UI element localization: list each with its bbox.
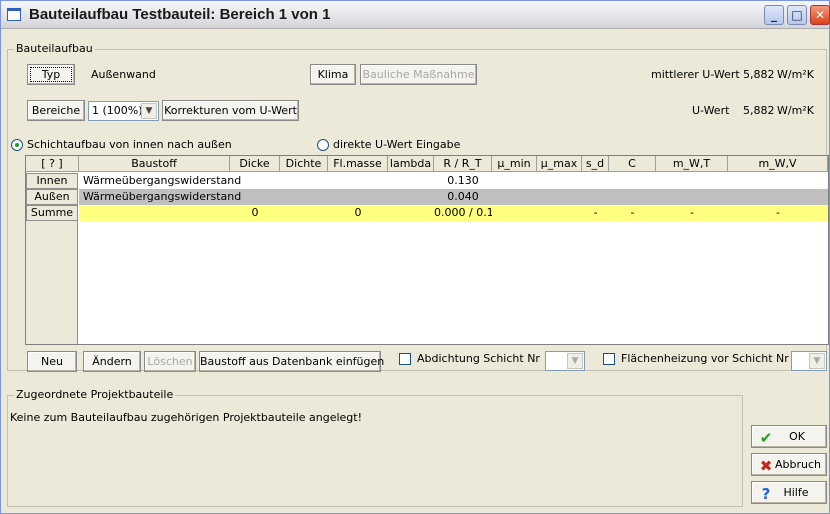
- chevron-down-icon[interactable]: ▼: [567, 353, 583, 369]
- cell-c[interactable]: [609, 173, 656, 189]
- direkte-u-wert-radio[interactable]: [317, 139, 329, 151]
- close-button[interactable]: ✕: [810, 5, 830, 25]
- maximize-button[interactable]: □: [787, 5, 807, 25]
- abdichtung-select[interactable]: ▼: [545, 351, 585, 371]
- cell-r[interactable]: 0.040: [434, 189, 492, 205]
- schichtaufbau-table[interactable]: [ ? ] Baustoff Dicke Dichte Fl.masse lambda R …: [25, 155, 829, 345]
- cell-sd[interactable]: [582, 173, 609, 189]
- u-wert-unit: W/m²K: [777, 104, 814, 117]
- cell-c[interactable]: [609, 189, 656, 205]
- row-header[interactable]: Summe: [26, 205, 78, 221]
- cell-mwv[interactable]: -: [728, 205, 828, 221]
- column-header[interactable]: [ ? ]: [26, 156, 79, 172]
- cell-sd[interactable]: [582, 189, 609, 205]
- ok-button-label: OK: [789, 430, 805, 443]
- aendern-button[interactable]: Ändern: [83, 351, 141, 372]
- mittlerer-u-wert-label: mittlerer U-Wert: [651, 68, 740, 81]
- cell-flmasse[interactable]: [328, 173, 388, 189]
- window-icon: [7, 8, 21, 21]
- hilfe-button[interactable]: ? Hilfe: [751, 481, 827, 504]
- table-row[interactable]: Summe000.000 / 0.170----: [26, 205, 828, 221]
- row-header[interactable]: Innen: [26, 173, 78, 189]
- table-row[interactable]: Innen Wärmeübergangswiderstand 0.130: [26, 173, 828, 189]
- schichtaufbau-radio-label[interactable]: Schichtaufbau von innen nach außen: [27, 138, 232, 152]
- window-title: Bauteilaufbau Testbauteil: Bereich 1 von…: [29, 6, 331, 23]
- direkte-u-wert-radio-label[interactable]: direkte U-Wert Eingabe: [333, 138, 460, 152]
- abbruch-button[interactable]: ✖ Abbruch: [751, 453, 827, 476]
- abdichtung-label: Abdichtung Schicht Nr: [417, 352, 540, 365]
- column-header[interactable]: m_W,T: [656, 156, 728, 172]
- klima-button[interactable]: Klima: [310, 64, 356, 85]
- minimize-button[interactable]: _: [764, 5, 784, 25]
- cell-flmasse[interactable]: [328, 189, 388, 205]
- cell-flmasse[interactable]: 0: [328, 205, 388, 221]
- column-header[interactable]: m_W,V: [728, 156, 828, 172]
- bereiche-select-value: 1 (100%): [92, 104, 143, 117]
- cell-mwt[interactable]: [656, 189, 728, 205]
- mittlerer-u-wert-unit: W/m²K: [777, 68, 814, 81]
- table-row[interactable]: Außen Wärmeübergangswiderstand 0.040: [26, 189, 828, 205]
- column-header[interactable]: s_d: [582, 156, 609, 172]
- hilfe-button-label: Hilfe: [783, 486, 809, 499]
- typ-button[interactable]: Typ: [27, 64, 75, 85]
- column-header[interactable]: Baustoff: [79, 156, 230, 172]
- flaechenheizung-checkbox[interactable]: [603, 353, 615, 365]
- schichtaufbau-radio[interactable]: [11, 139, 23, 151]
- chevron-down-icon[interactable]: ▼: [809, 353, 825, 369]
- cell-r[interactable]: 0.000 / 0.170: [434, 205, 492, 221]
- column-header[interactable]: R / R_T: [434, 156, 492, 172]
- korrekturen-button[interactable]: Korrekturen vom U-Wert: [162, 100, 299, 121]
- minimize-icon: _: [771, 8, 777, 22]
- projektbauteile-message: Keine zum Bauteilaufbau zugehörigen Proj…: [10, 411, 363, 424]
- neu-button[interactable]: Neu: [27, 351, 77, 372]
- u-wert-value: 5,882: [743, 104, 775, 117]
- bauteilaufbau-legend: Bauteilaufbau: [14, 42, 95, 55]
- bauliche-massnahme-button[interactable]: Bauliche Maßnahme: [360, 64, 477, 85]
- flaechenheizung-label: Flächenheizung vor Schicht Nr: [621, 352, 789, 365]
- abbruch-button-label: Abbruch: [774, 458, 821, 471]
- row-header[interactable]: Außen: [26, 189, 78, 205]
- column-header[interactable]: µ_min: [492, 156, 537, 172]
- title-bar[interactable]: Bauteilaufbau Testbauteil: Bereich 1 von…: [1, 1, 830, 29]
- cell-mwv[interactable]: [728, 173, 828, 189]
- cell-mwt[interactable]: [656, 173, 728, 189]
- loeschen-button[interactable]: Löschen: [144, 351, 196, 372]
- cell-r[interactable]: 0.130: [434, 173, 492, 189]
- ok-button[interactable]: ✔ OK: [751, 425, 827, 448]
- cell-mwt[interactable]: -: [656, 205, 728, 221]
- cell-dicke[interactable]: [230, 173, 280, 189]
- baustoff-einfuegen-button[interactable]: Baustoff aus Datenbank einfügen: [199, 351, 384, 372]
- close-icon: ✕: [814, 8, 826, 22]
- chevron-down-icon[interactable]: ▼: [141, 103, 157, 119]
- bereiche-button[interactable]: Bereiche: [27, 100, 85, 121]
- cell-sd[interactable]: -: [582, 205, 609, 221]
- cell-mwv[interactable]: [728, 189, 828, 205]
- column-header[interactable]: C: [609, 156, 656, 172]
- cell-dicke[interactable]: [230, 189, 280, 205]
- flaechenheizung-select[interactable]: ▼: [791, 351, 827, 371]
- help-icon: ?: [761, 485, 771, 503]
- mittlerer-u-wert-value: 5,882: [743, 68, 775, 81]
- dialog-window: Bauteilaufbau Testbauteil: Bereich 1 von…: [0, 0, 830, 514]
- cell-c[interactable]: -: [609, 205, 656, 221]
- abdichtung-checkbox[interactable]: [399, 353, 411, 365]
- column-header[interactable]: Fl.masse: [328, 156, 388, 172]
- u-wert-label: U-Wert: [692, 104, 730, 117]
- column-header[interactable]: Dichte: [280, 156, 328, 172]
- close-icon: ✖: [759, 457, 773, 475]
- projektbauteile-legend: Zugeordnete Projektbauteile: [14, 388, 176, 401]
- typ-value: Außenwand: [91, 68, 156, 81]
- cell-dicke[interactable]: 0: [230, 205, 280, 221]
- maximize-icon: □: [791, 8, 803, 22]
- row-header-filler: [26, 221, 78, 344]
- checkmark-icon: ✔: [759, 429, 773, 447]
- bereiche-select[interactable]: 1 (100%) ▼: [88, 101, 159, 121]
- column-header[interactable]: µ_max: [537, 156, 582, 172]
- column-header[interactable]: Dicke: [230, 156, 280, 172]
- column-header[interactable]: lambda: [388, 156, 434, 172]
